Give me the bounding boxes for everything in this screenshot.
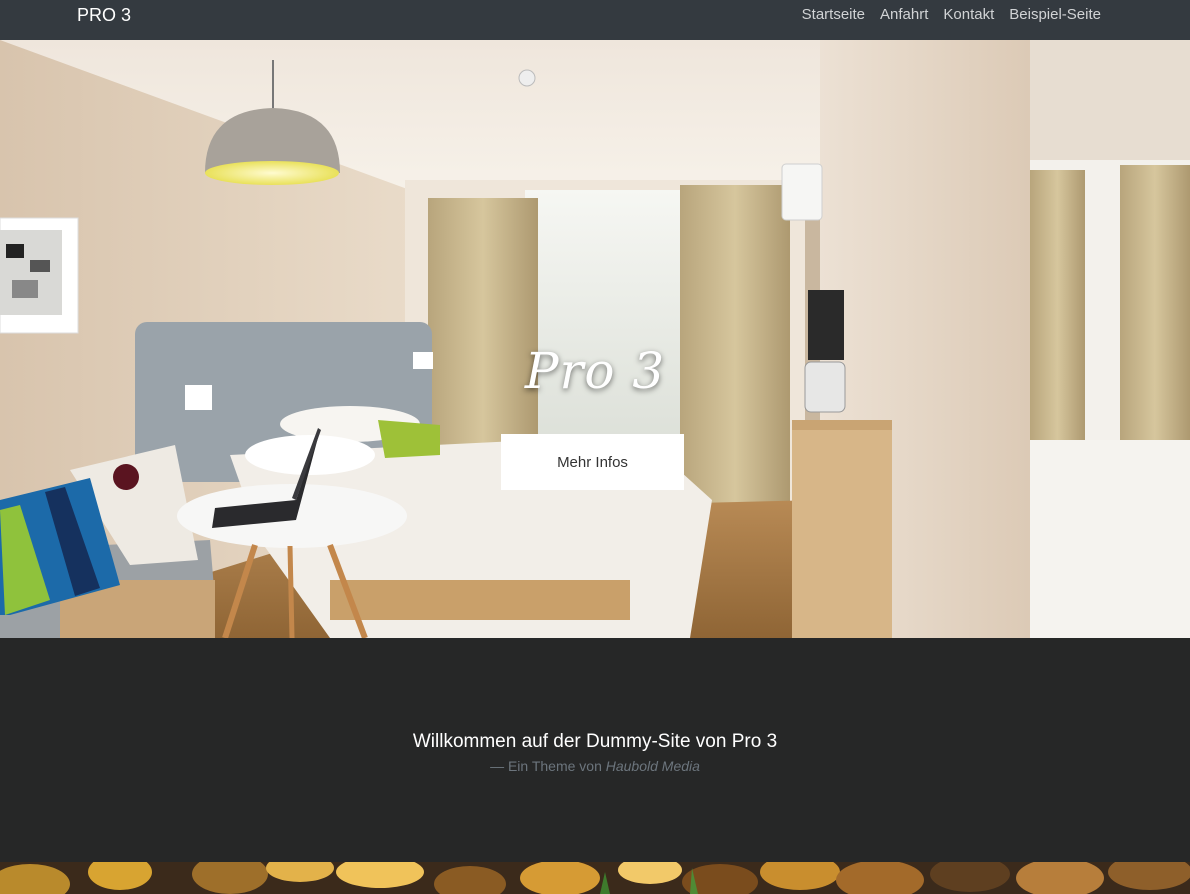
logs-section (0, 862, 1190, 894)
author-name: Haubold Media (605, 758, 700, 774)
nav-link-beispiel-seite[interactable]: Beispiel-Seite (1009, 5, 1101, 25)
welcome-subtitle: — Ein Theme von Haubold Media (0, 758, 1190, 774)
welcome-section: Willkommen auf der Dummy-Site von Pro 3 … (0, 638, 1190, 862)
subtitle-prefix: — Ein Theme von (490, 758, 606, 774)
hero-title: Pro 3 (524, 342, 666, 400)
nav-link-kontakt[interactable]: Kontakt (943, 5, 994, 25)
logs-background-image (0, 862, 1190, 894)
hero-section: Pro 3 Mehr Infos (0, 40, 1190, 638)
welcome-heading: Willkommen auf der Dummy-Site von Pro 3 (412, 731, 778, 752)
nav-links: Startseite Anfahrt Kontakt Beispiel-Seit… (787, 5, 1101, 25)
nav-link-startseite[interactable]: Startseite (802, 5, 865, 25)
navbar: PRO 3 Startseite Anfahrt Kontakt Beispie… (0, 0, 1190, 40)
brand-logo[interactable]: PRO 3 (77, 5, 131, 25)
hero-background-image (0, 40, 1190, 638)
mehr-infos-button[interactable]: Mehr Infos (501, 434, 684, 490)
nav-link-anfahrt[interactable]: Anfahrt (880, 5, 928, 25)
